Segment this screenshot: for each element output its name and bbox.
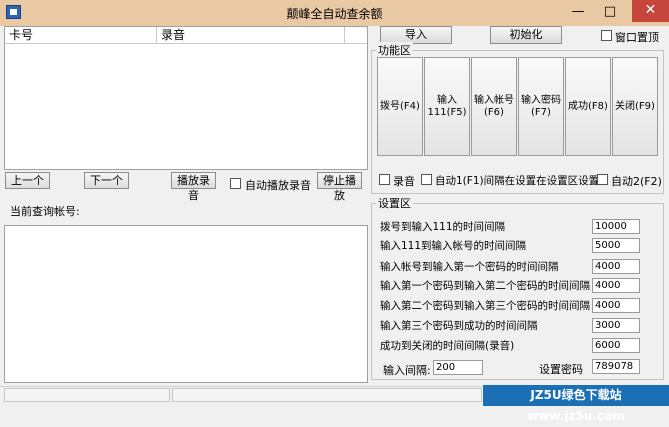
play-recording-button[interactable]: 播放录音 [171,172,216,202]
next-button[interactable]: 下一个 [84,172,129,189]
close-call-button[interactable]: 关闭(F9) [612,57,658,156]
setting-input-success-to-close[interactable]: 6000 [592,338,640,353]
card-list-table[interactable]: 卡号 录音 [4,26,368,170]
setting-label-account-to-pwd1: 输入帐号到输入第一个密码的时间间隔 [380,261,559,273]
topmost-checkbox[interactable] [601,30,612,41]
setting-input-pwd2-to-pwd3[interactable]: 4000 [592,298,640,313]
close-icon[interactable]: ✕ [632,0,669,22]
auto1-checkbox[interactable] [421,174,432,185]
input-111-button[interactable]: 输入 111(F5) [424,57,470,156]
status-cell-1 [4,388,170,402]
setting-input-pwd3-to-success[interactable]: 3000 [592,318,640,333]
setting-input-account-to-pwd1[interactable]: 4000 [592,259,640,274]
setting-input-dial-to-111[interactable]: 10000 [592,219,640,234]
column-recording[interactable]: 录音 [157,27,345,44]
status-cell-2 [172,388,482,402]
auto-play-label: 自动播放录音 [245,179,311,192]
setting-label-pwd3-to-success: 输入第三个密码到成功的时间间隔 [380,320,538,332]
setting-label-pwd2-to-pwd3: 输入第二个密码到输入第三个密码的时间间隔 [380,300,590,312]
setting-label-dial-to-111: 拨号到输入111的时间间隔 [380,221,506,233]
watermark-banner: JZ5U绿色下载站www.jz5u.com [483,385,669,423]
stop-playback-button[interactable]: 停止播放 [317,172,362,202]
minimize-icon[interactable]: — [566,3,590,21]
prev-button[interactable]: 上一个 [5,172,50,189]
maximize-icon[interactable]: □ [598,3,622,21]
auto2-label: 自动2(F2) [611,175,662,188]
setting-label-success-to-close: 成功到关闭的时间间隔(录音) [380,340,515,352]
column-card-number[interactable]: 卡号 [5,27,157,44]
password-field[interactable]: 789078 [592,359,640,374]
setting-label-111-to-account: 输入111到输入帐号的时间间隔 [380,240,527,252]
auto1-label: 自动1(F1)间隔在设置在设置区设置 [435,175,600,187]
table-header: 卡号 录音 [5,27,367,44]
auto-play-checkbox[interactable] [230,178,241,189]
input-password-button[interactable]: 输入密码 (F7) [518,57,564,156]
setting-input-111-to-account[interactable]: 5000 [592,238,640,253]
setting-label-pwd1-to-pwd2: 输入第一个密码到输入第二个密码的时间间隔 [380,280,590,292]
input-interval-field[interactable]: 200 [433,360,483,375]
record-label: 录音 [393,175,415,188]
dial-button[interactable]: 拨号(F4) [377,57,423,156]
settings-legend: 设置区 [376,195,413,211]
function-area-legend: 功能区 [376,42,413,58]
record-checkbox[interactable] [379,174,390,185]
input-account-button[interactable]: 输入帐号 (F6) [471,57,517,156]
auto2-checkbox[interactable] [597,174,608,185]
log-area[interactable] [4,225,368,383]
current-account-label: 当前查询帐号: [10,205,80,218]
password-label: 设置密码 [539,363,583,376]
setting-input-pwd1-to-pwd2[interactable]: 4000 [592,278,640,293]
input-interval-label: 输入间隔: [383,364,431,377]
success-button[interactable]: 成功(F8) [565,57,611,156]
